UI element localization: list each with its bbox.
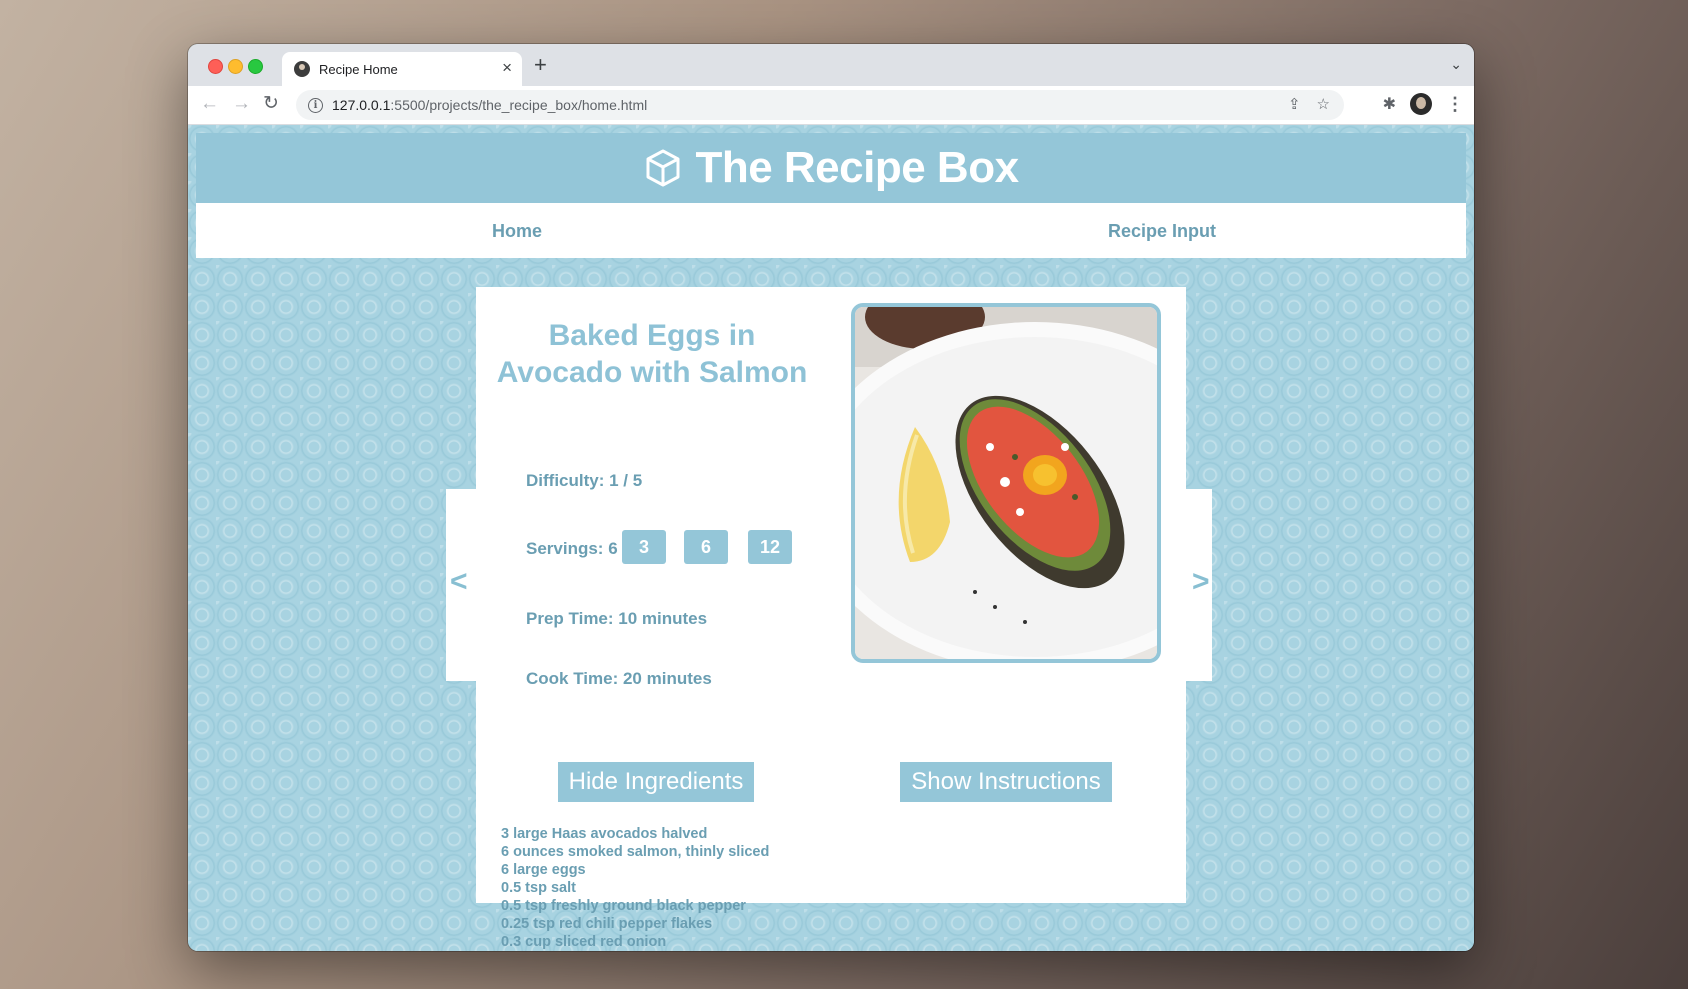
next-recipe-arrow[interactable]: > (1192, 565, 1210, 599)
nav-home-link[interactable]: Home (492, 221, 542, 242)
profile-avatar[interactable] (1410, 93, 1432, 115)
info-icon[interactable]: i (308, 97, 323, 113)
servings-12-button[interactable]: 12 (748, 530, 792, 564)
hide-ingredients-button[interactable]: Hide Ingredients (558, 762, 754, 802)
difficulty-text: Difficulty: 1 / 5 (526, 471, 643, 490)
url-host: 127.0.0.1 (332, 97, 391, 113)
tab-close-icon[interactable]: × (502, 59, 512, 77)
menu-kebab-icon[interactable]: ⋮ (1446, 94, 1464, 115)
cook-time-text: Cook Time: 20 minutes (526, 669, 712, 688)
share-icon[interactable]: ⇪ (1288, 95, 1301, 113)
servings-6-button[interactable]: 6 (684, 530, 728, 564)
nav-recipe-input-link[interactable]: Recipe Input (1108, 221, 1216, 242)
browser-toolbar: ← → ↻ i 127.0.0.1:5500/projects/the_reci… (188, 86, 1474, 125)
ingredient-item: 6 large eggs (501, 862, 586, 878)
browser-tab[interactable]: Recipe Home × (282, 52, 522, 86)
tab-title: Recipe Home (319, 61, 398, 77)
nav-bar: Home Recipe Input (196, 203, 1466, 258)
ingredient-item: 0.5 tsp salt (501, 880, 576, 896)
back-arrow-icon[interactable]: ← (200, 92, 219, 116)
ingredient-item: 0.3 cup sliced red onion (501, 934, 667, 950)
recipe-photo (855, 307, 1157, 659)
url-path: :5500/projects/the_recipe_box/home.html (390, 97, 648, 113)
extensions-icon[interactable]: ✱ (1383, 94, 1396, 114)
forward-arrow-icon[interactable]: → (232, 92, 251, 116)
browser-window: Recipe Home × + ⌄ ← → ↻ i 127.0.0.1:5500… (188, 44, 1474, 951)
new-tab-icon[interactable]: + (534, 53, 547, 77)
servings-text: Servings: 6 (526, 539, 618, 558)
ingredient-item: 0.5 tsp freshly ground black pepper (501, 898, 746, 914)
minimize-window-button[interactable] (228, 59, 243, 74)
page-content: The Recipe Box Home Recipe Input < > Bak… (188, 125, 1474, 951)
site-title: The Recipe Box (695, 143, 1019, 192)
tab-bar: Recipe Home × + ⌄ (188, 44, 1474, 86)
reload-icon[interactable]: ↻ (263, 92, 279, 116)
address-bar[interactable]: i 127.0.0.1:5500/projects/the_recipe_box… (296, 90, 1344, 120)
ingredient-item: 3 large Haas avocados halved (501, 826, 708, 842)
show-instructions-button[interactable]: Show Instructions (900, 762, 1112, 802)
ingredients-list: 3 large Haas avocados halved 6 ounces sm… (501, 825, 769, 951)
prev-recipe-arrow[interactable]: < (450, 565, 468, 599)
ingredient-item: 6 ounces smoked salmon, thinly sliced (501, 844, 770, 860)
star-icon[interactable]: ☆ (1317, 95, 1330, 113)
url-text: 127.0.0.1:5500/projects/the_recipe_box/h… (332, 97, 647, 113)
recipe-title: Baked Eggs in Avocado with Salmon (496, 319, 808, 389)
chevron-down-icon[interactable]: ⌄ (1450, 56, 1462, 73)
favicon-icon (294, 61, 310, 77)
close-window-button[interactable] (208, 59, 223, 74)
cube-icon (646, 149, 680, 187)
servings-3-button[interactable]: 3 (622, 530, 666, 564)
ingredient-item: 0.25 tsp red chili pepper flakes (501, 916, 713, 932)
prep-time-text: Prep Time: 10 minutes (526, 609, 708, 628)
site-header: The Recipe Box (196, 133, 1466, 203)
maximize-window-button[interactable] (248, 59, 263, 74)
recipe-photo-frame (851, 303, 1161, 663)
